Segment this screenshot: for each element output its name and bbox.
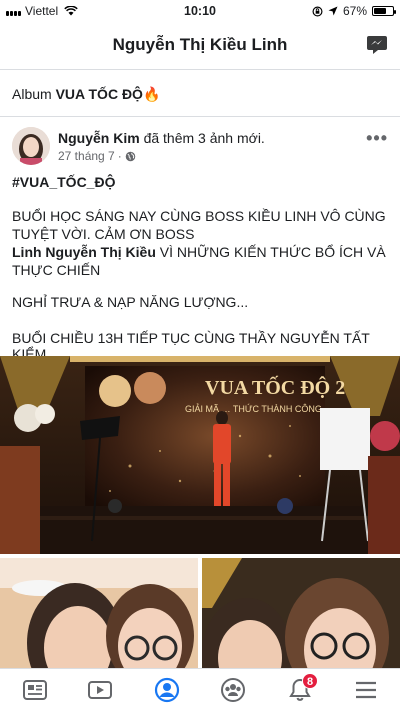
post-date[interactable]: 27 tháng 7: [58, 149, 115, 163]
more-options-icon[interactable]: •••: [366, 128, 388, 149]
album-name[interactable]: VUA TỐC ĐỘ: [56, 86, 143, 102]
post-author-line: Nguyễn Kim đã thêm 3 ảnh mới.: [58, 130, 265, 146]
post-paragraph-2: NGHỈ TRƯA & NẠP NĂNG LƯỢNG...: [12, 294, 249, 310]
watch-icon[interactable]: [87, 677, 113, 703]
post-paragraph-1: BUỔI HỌC SÁNG NAY CÙNG BOSS KIỀU LINH VÔ…: [12, 207, 388, 279]
groups-icon[interactable]: [220, 677, 246, 703]
post-meta: 27 tháng 7 ·: [58, 149, 136, 163]
battery-fill: [374, 8, 387, 14]
banner-subtitle: GIẢI MÃ … THỨC THÀNH CÔNG: [185, 403, 322, 414]
bottom-tab-bar: [0, 668, 400, 711]
author-name[interactable]: Nguyễn Kim: [58, 130, 140, 146]
profile-icon[interactable]: [154, 677, 180, 703]
meta-separator: ·: [117, 149, 122, 163]
page-title: Nguyễn Thị Kiều Linh: [112, 35, 288, 54]
post-action: đã thêm 3 ảnh mới.: [143, 130, 265, 146]
banner-title: VUA TỐC ĐỘ 2: [205, 375, 345, 399]
tagged-user-link[interactable]: Linh Nguyễn Thị Kiều: [12, 244, 156, 260]
avatar[interactable]: [12, 127, 50, 165]
globe-icon: [125, 151, 135, 161]
fire-emoji: 🔥: [142, 86, 161, 102]
status-bar: Viettel 10:10 67%: [0, 0, 400, 22]
album-link[interactable]: Album VUA TỐC ĐỘ🔥: [12, 86, 160, 103]
menu-icon[interactable]: [353, 677, 379, 703]
divider: [0, 116, 400, 117]
album-prefix: Album: [12, 86, 52, 102]
battery-percent: 67%: [342, 4, 367, 18]
post-photo-main[interactable]: VUA TỐC ĐỘ 2 GIẢI MÃ … THỨC THÀNH CÔNG: [0, 356, 400, 554]
location-icon: [328, 6, 338, 16]
notification-badge: 8: [302, 673, 319, 689]
nav-header: Nguyễn Thị Kiều Linh: [0, 22, 400, 70]
battery-icon: [372, 6, 396, 16]
lock-rotation-icon: [312, 6, 323, 16]
para1-start: BUỔI HỌC SÁNG NAY CÙNG BOSS KIỀU LINH VÔ…: [12, 208, 386, 242]
messenger-icon[interactable]: [366, 34, 388, 56]
post-photo-2[interactable]: [0, 558, 198, 668]
post-photo-3[interactable]: [202, 558, 400, 668]
status-right: 67%: [312, 4, 396, 18]
hashtag-link[interactable]: #VUA_TỐC_ĐỘ: [12, 174, 115, 190]
news-feed-icon[interactable]: [22, 677, 48, 703]
